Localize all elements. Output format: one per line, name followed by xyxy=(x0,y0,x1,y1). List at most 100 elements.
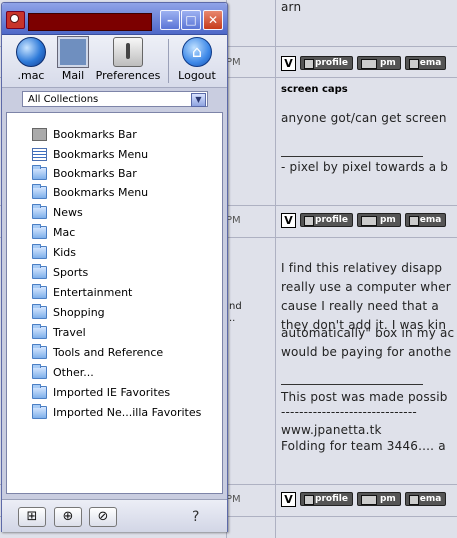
column-divider xyxy=(275,0,276,538)
window-title xyxy=(28,13,152,31)
preferences-label: Preferences xyxy=(95,69,161,82)
bookmark-label: Tools and Reference xyxy=(53,345,164,359)
post-action-bar: V profile pm ema xyxy=(281,211,447,229)
bookmark-label: News xyxy=(53,205,83,219)
collection-select-value: All Collections xyxy=(28,94,99,105)
mac-button[interactable]: .mac xyxy=(14,37,48,82)
bookmark-label: Shopping xyxy=(53,305,105,319)
post-text: arn xyxy=(281,0,302,14)
post-signature: - pixel by pixel towards a b xyxy=(281,160,449,174)
bookmark-item[interactable]: Bookmarks Bar xyxy=(32,125,137,143)
mac-label: .mac xyxy=(17,69,45,82)
folder-icon xyxy=(32,164,47,180)
bookmark-item[interactable]: Tools and Reference xyxy=(32,343,163,361)
collection-select[interactable]: All Collections ▼ xyxy=(22,91,208,107)
bookmark-item[interactable]: Sports xyxy=(32,263,88,281)
bookmark-label: Imported IE Favorites xyxy=(53,385,171,399)
bookmark-item[interactable]: Shopping xyxy=(32,303,105,321)
bookmark-item[interactable]: News xyxy=(32,203,83,221)
bookmark-label: Bookmarks Menu xyxy=(53,185,149,199)
bookmark-item[interactable]: Bookmarks Menu xyxy=(32,145,148,163)
folder-icon xyxy=(32,403,47,419)
bookmark-label: Bookmarks Bar xyxy=(53,127,137,141)
post-time: PM xyxy=(226,215,241,226)
bookmark-item[interactable]: Travel xyxy=(32,323,86,341)
bookmarks-list: Bookmarks Bar Bookmarks Menu Bookmarks B… xyxy=(6,112,223,494)
bookmarks-window: – □ ✕ .mac Mail Preferences ⌂ Logout All… xyxy=(1,2,228,532)
signature-divider xyxy=(281,156,423,157)
bookmarks-menu-icon xyxy=(32,147,47,161)
folder-icon xyxy=(32,283,47,299)
mail-label: Mail xyxy=(61,69,85,82)
folder-icon xyxy=(32,203,47,219)
profile-button[interactable]: profile xyxy=(300,492,353,506)
profile-button[interactable]: profile xyxy=(300,213,353,227)
toolbar: .mac Mail Preferences ⌂ Logout xyxy=(2,35,227,88)
bookmark-item[interactable]: Bookmarks Menu xyxy=(32,183,148,201)
delete-button[interactable]: ⊘ xyxy=(89,507,117,527)
logout-button[interactable]: ⌂ Logout xyxy=(176,37,218,82)
logout-label: Logout xyxy=(178,69,216,82)
add-bookmark-button[interactable]: ⊞ xyxy=(18,507,46,527)
app-icon[interactable] xyxy=(6,11,25,29)
bookmark-item[interactable]: Entertainment xyxy=(32,283,132,301)
minimize-button[interactable]: – xyxy=(160,10,180,30)
bookmark-item[interactable]: Imported Ne...illa Favorites xyxy=(32,403,201,421)
folder-icon xyxy=(32,343,47,359)
bookmark-label: Kids xyxy=(53,245,76,259)
post-badge: V xyxy=(281,212,296,228)
bookmark-label: Bookmarks Bar xyxy=(53,166,137,180)
folder-icon xyxy=(32,183,47,199)
post-text: would be paying for anothe xyxy=(281,345,452,359)
bookmark-label: Imported Ne...illa Favorites xyxy=(53,405,202,419)
bookmark-item[interactable]: Other... xyxy=(32,363,94,381)
chevron-down-icon[interactable]: ▼ xyxy=(191,93,206,107)
mail-button[interactable]: Mail xyxy=(56,37,90,82)
maximize-button[interactable]: □ xyxy=(181,10,201,30)
email-button[interactable]: ema xyxy=(404,56,447,70)
pm-button[interactable]: pm xyxy=(356,492,401,506)
close-button[interactable]: ✕ xyxy=(203,10,223,30)
post-text: I find this relativey disapp xyxy=(281,261,443,275)
bookmark-item[interactable]: Imported IE Favorites xyxy=(32,383,170,401)
post-time: PM xyxy=(226,494,241,505)
mac-globe-icon xyxy=(16,37,46,67)
window-titlebar[interactable]: – □ ✕ xyxy=(2,3,227,35)
post-action-bar: V profile pm ema xyxy=(281,54,447,72)
email-button[interactable]: ema xyxy=(404,492,447,506)
pm-button[interactable]: pm xyxy=(356,56,401,70)
profile-button[interactable]: profile xyxy=(300,56,353,70)
folder-icon xyxy=(32,303,47,319)
bookmark-label: Sports xyxy=(53,265,89,279)
post-signature: Folding for team 3446.... a xyxy=(281,439,446,453)
post-time: PM xyxy=(226,57,241,68)
bookmark-label: Mac xyxy=(53,225,76,239)
folder-icon xyxy=(32,263,47,279)
bookmark-item[interactable]: Kids xyxy=(32,243,76,261)
folder-icon xyxy=(32,223,47,239)
preferences-button[interactable]: Preferences xyxy=(95,37,161,82)
post-action-bar: V profile pm ema xyxy=(281,490,447,508)
folder-icon xyxy=(32,363,47,379)
folder-icon xyxy=(32,383,47,399)
bookmark-label: Bookmarks Menu xyxy=(53,147,149,161)
logout-home-icon: ⌂ xyxy=(182,37,212,67)
email-button[interactable]: ema xyxy=(404,213,447,227)
post-signature: ------------------------------ xyxy=(281,405,417,419)
preferences-switch-icon xyxy=(113,37,143,67)
author-snippet: nd xyxy=(229,301,242,312)
bookmark-label: Travel xyxy=(53,325,86,339)
post-signature-link[interactable]: www.jpanetta.tk xyxy=(281,423,382,437)
pm-button[interactable]: pm xyxy=(356,213,401,227)
help-button[interactable]: ? xyxy=(192,509,199,525)
post-text: cause I really need that a xyxy=(281,299,439,313)
bookmark-label: Other... xyxy=(53,365,94,379)
signature-divider xyxy=(281,384,423,385)
bookmark-item[interactable]: Mac xyxy=(32,223,75,241)
toolbar-separator xyxy=(168,39,169,83)
post-title: screen caps xyxy=(281,84,348,95)
bookmark-item[interactable]: Bookmarks Bar xyxy=(32,164,137,182)
bookmark-label: Entertainment xyxy=(53,285,133,299)
add-folder-button[interactable]: ⊕ xyxy=(54,507,82,527)
post-badge: V xyxy=(281,55,296,71)
